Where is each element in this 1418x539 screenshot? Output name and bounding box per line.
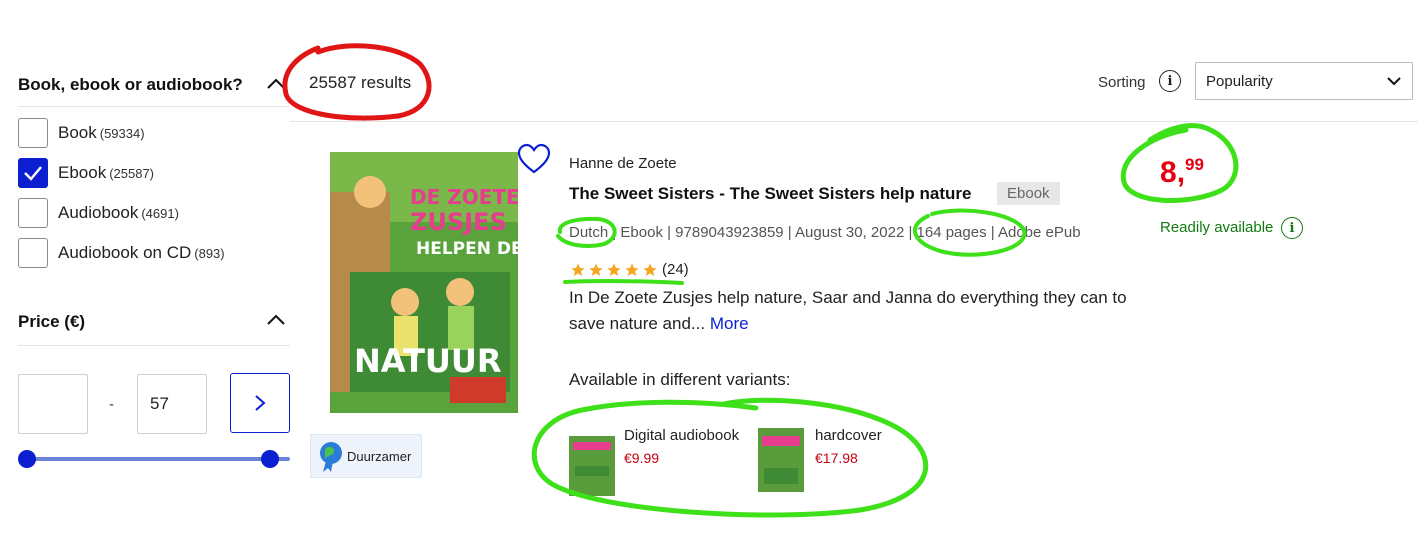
divider	[18, 345, 290, 346]
star-icon	[643, 262, 657, 276]
product-price: 8,99	[1160, 155, 1204, 190]
checkbox-book[interactable]	[18, 118, 48, 148]
book-cover-art: DE ZOETE ZUSJES HELPEN DE NATUUR	[330, 152, 518, 413]
sustainability-badge[interactable]: Duurzamer	[310, 434, 422, 478]
filter-option-count: (59334)	[99, 125, 145, 141]
price-slider-max-handle[interactable]	[261, 450, 279, 468]
chevron-up-icon[interactable]	[266, 77, 286, 91]
variant-name[interactable]: hardcover	[815, 427, 882, 444]
info-icon[interactable]: i	[1159, 70, 1181, 92]
price-min-input[interactable]	[18, 374, 88, 434]
checkmark-icon	[24, 166, 42, 181]
annotation-green-underline	[563, 278, 684, 285]
price-filter-title: Price (€)	[18, 312, 86, 331]
product-author[interactable]: Hanne de Zoete	[569, 155, 677, 172]
filter-option-label: Audiobook on CD	[58, 243, 192, 262]
cover-title-line: HELPEN DE	[416, 239, 518, 259]
price-slider-track[interactable]	[26, 457, 290, 461]
results-count: 25587 results	[309, 73, 412, 92]
filter-option-count: (25587)	[109, 165, 155, 181]
checkbox-audiobook[interactable]	[18, 198, 48, 228]
checkbox-audiobook-cd[interactable]	[18, 238, 48, 268]
price-apply-button[interactable]	[230, 373, 290, 433]
chevron-down-icon	[1387, 77, 1401, 86]
filter-option-book[interactable]: Book (59334)	[18, 118, 145, 148]
sort-select-value: Popularity	[1206, 72, 1273, 90]
variant-price: €9.99	[624, 450, 660, 466]
cover-title-line: ZUSJES	[410, 208, 507, 236]
variant-price: €17.98	[815, 450, 858, 466]
filter-option-ebook[interactable]: Ebook (25587)	[18, 158, 154, 188]
price-whole: 8	[1160, 156, 1177, 189]
divider	[18, 106, 290, 107]
variant-cover-art	[569, 436, 615, 482]
chevron-right-icon	[255, 395, 266, 411]
rating-stars[interactable]: (24)	[570, 261, 689, 278]
format-badge: Ebook	[997, 182, 1060, 205]
filter-option-count: (893)	[194, 245, 225, 261]
price-comma: ,	[1176, 156, 1186, 189]
cover-title-line: DE ZOETE	[410, 185, 518, 209]
sort-select[interactable]: Popularity	[1195, 62, 1413, 100]
product-description: In De Zoete Zusjes help nature, Saar and…	[569, 285, 1129, 337]
sustainability-label: Duurzamer	[347, 448, 412, 464]
price-separator: -	[109, 396, 114, 413]
availability-info-icon[interactable]: i	[1281, 217, 1303, 239]
product-title[interactable]: The Sweet Sisters - The Sweet Sisters he…	[569, 184, 971, 204]
sustainability-globe-icon	[320, 442, 342, 472]
filter-option-count: (4691)	[141, 205, 179, 221]
product-specs: Dutch | Ebook | 9789043923859 | August 3…	[569, 224, 1081, 241]
description-text: In De Zoete Zusjes help nature, Saar and…	[569, 288, 1127, 333]
variant-thumbnail[interactable]	[569, 436, 615, 496]
rating-count: (24)	[662, 261, 689, 278]
variant-cover-art	[758, 428, 804, 492]
price-max-input[interactable]: 57	[137, 374, 207, 434]
variant-thumbnail[interactable]	[758, 428, 804, 492]
checkbox-ebook[interactable]	[18, 158, 48, 188]
cover-title-line: NATUUR	[354, 342, 502, 380]
star-icon	[571, 262, 585, 276]
star-icon	[607, 262, 621, 276]
star-icon	[589, 262, 603, 276]
sorting-label: Sorting	[1098, 74, 1146, 91]
filter-option-audiobook-cd[interactable]: Audiobook on CD (893)	[18, 238, 225, 268]
price-slider-min-handle[interactable]	[18, 450, 36, 468]
more-link[interactable]: More	[710, 314, 749, 333]
availability-status: Readily available	[1160, 219, 1274, 236]
filter-option-label: Audiobook	[58, 203, 139, 222]
star-icon	[625, 262, 639, 276]
filter-option-audiobook[interactable]: Audiobook (4691)	[18, 198, 179, 228]
filter-option-label: Ebook	[58, 163, 107, 182]
format-filter-title: Book, ebook or audiobook?	[18, 75, 243, 94]
variants-title: Available in different variants:	[569, 370, 791, 389]
chevron-up-icon[interactable]	[266, 313, 286, 327]
price-cents: 99	[1185, 155, 1204, 174]
book-cover-image[interactable]: DE ZOETE ZUSJES HELPEN DE NATUUR	[330, 152, 518, 413]
wishlist-heart-icon[interactable]	[515, 142, 553, 176]
filter-option-label: Book	[58, 123, 97, 142]
variant-name[interactable]: Digital audiobook	[624, 427, 739, 444]
divider	[290, 121, 1418, 122]
